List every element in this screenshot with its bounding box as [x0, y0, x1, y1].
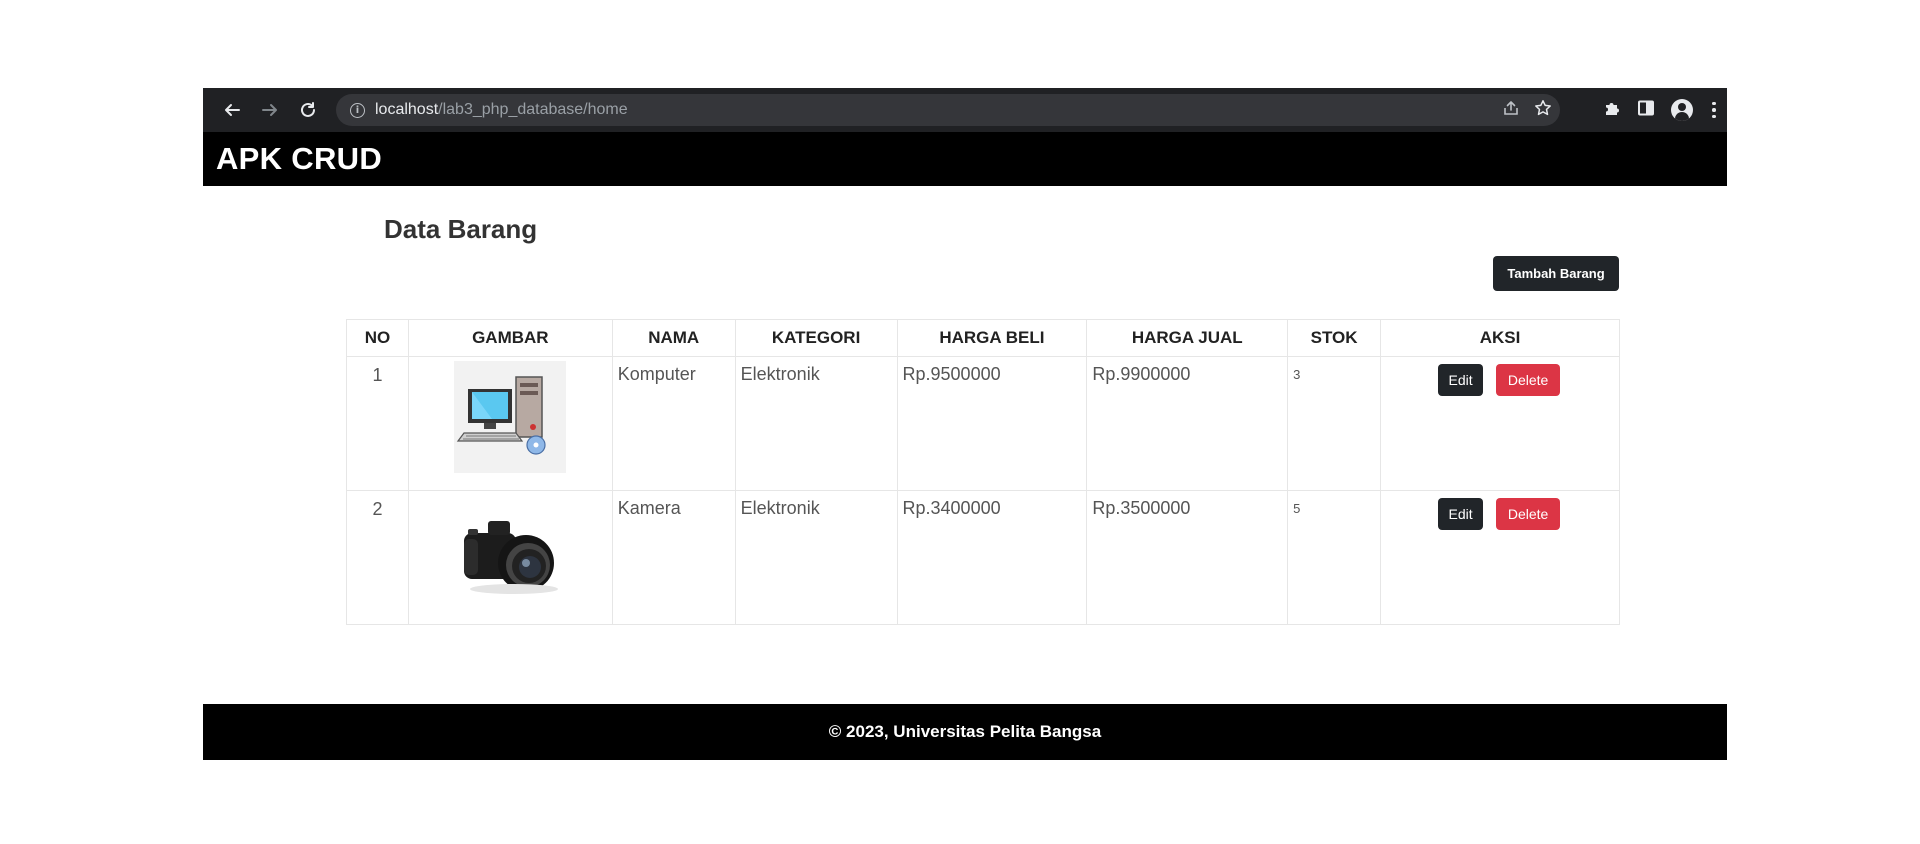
side-panel-icon[interactable] [1637, 99, 1655, 122]
profile-avatar-icon[interactable] [1671, 99, 1693, 121]
footer-copyright: © 2023, Universitas Pelita Bangsa [828, 722, 1102, 741]
cell-stok: 5 [1287, 490, 1382, 625]
header-gambar: GAMBAR [407, 319, 613, 357]
delete-button[interactable]: Delete [1496, 364, 1561, 396]
extensions-icon[interactable] [1603, 99, 1621, 122]
bookmark-star-icon[interactable] [1534, 99, 1552, 122]
header-harga-jual: HARGA JUAL [1086, 319, 1289, 357]
cell-kategori: Elektronik [734, 490, 898, 625]
url-text[interactable]: localhost/lab3_php_database/home [375, 101, 628, 119]
address-bar[interactable]: i localhost/lab3_php_database/home [336, 94, 1560, 126]
cell-kategori: Elektronik [734, 356, 898, 491]
app-navbar: APK CRUD [203, 132, 1727, 186]
edit-button[interactable]: Edit [1438, 498, 1484, 530]
cell-aksi: Edit Delete [1380, 490, 1620, 625]
header-kategori: KATEGORI [734, 319, 898, 357]
add-item-button[interactable]: Tambah Barang [1493, 256, 1619, 291]
cell-harga-beli: Rp.3400000 [896, 490, 1088, 625]
browser-window: i localhost/lab3_php_database/home APK C… [203, 88, 1727, 760]
header-harga-beli: HARGA BELI [896, 319, 1088, 357]
header-no: NO [346, 319, 409, 357]
cell-harga-jual: Rp.3500000 [1086, 490, 1289, 625]
header-stok: STOK [1287, 319, 1382, 357]
table-header-row: NO GAMBAR NAMA KATEGORI HARGA BELI HARGA… [346, 319, 1620, 357]
cell-nama: Kamera [611, 490, 736, 625]
cell-gambar [407, 356, 613, 491]
cell-harga-jual: Rp.9900000 [1086, 356, 1289, 491]
menu-kebab-icon[interactable] [1709, 101, 1719, 119]
back-icon[interactable] [217, 95, 247, 125]
cell-no: 1 [346, 356, 409, 491]
delete-button[interactable]: Delete [1496, 498, 1561, 530]
header-nama: NAMA [611, 319, 736, 357]
cell-harga-beli: Rp.9500000 [896, 356, 1088, 491]
cell-nama: Komputer [611, 356, 736, 491]
table-row: 2 Kamera Elektronik Rp.3400000 Rp.350000… [346, 490, 1620, 625]
reload-icon[interactable] [293, 95, 323, 125]
share-icon[interactable] [1502, 99, 1520, 122]
browser-toolbar: i localhost/lab3_php_database/home [203, 88, 1727, 132]
forward-icon[interactable] [255, 95, 285, 125]
cell-aksi: Edit Delete [1380, 356, 1620, 491]
items-table: NO GAMBAR NAMA KATEGORI HARGA BELI HARGA… [346, 319, 1620, 625]
brand-title[interactable]: APK CRUD [216, 141, 382, 177]
page-footer: © 2023, Universitas Pelita Bangsa [203, 704, 1727, 760]
table-row: 1 Komputer Elektronik Rp.9500000 Rp.9900… [346, 356, 1620, 491]
edit-button[interactable]: Edit [1438, 364, 1484, 396]
computer-image [454, 361, 567, 473]
site-info-icon[interactable]: i [350, 102, 365, 118]
camera-image [464, 521, 559, 594]
header-aksi: AKSI [1380, 319, 1620, 357]
cell-stok: 3 [1287, 356, 1382, 491]
cell-gambar [407, 490, 613, 625]
cell-no: 2 [346, 490, 409, 625]
page-title: Data Barang [384, 214, 538, 244]
